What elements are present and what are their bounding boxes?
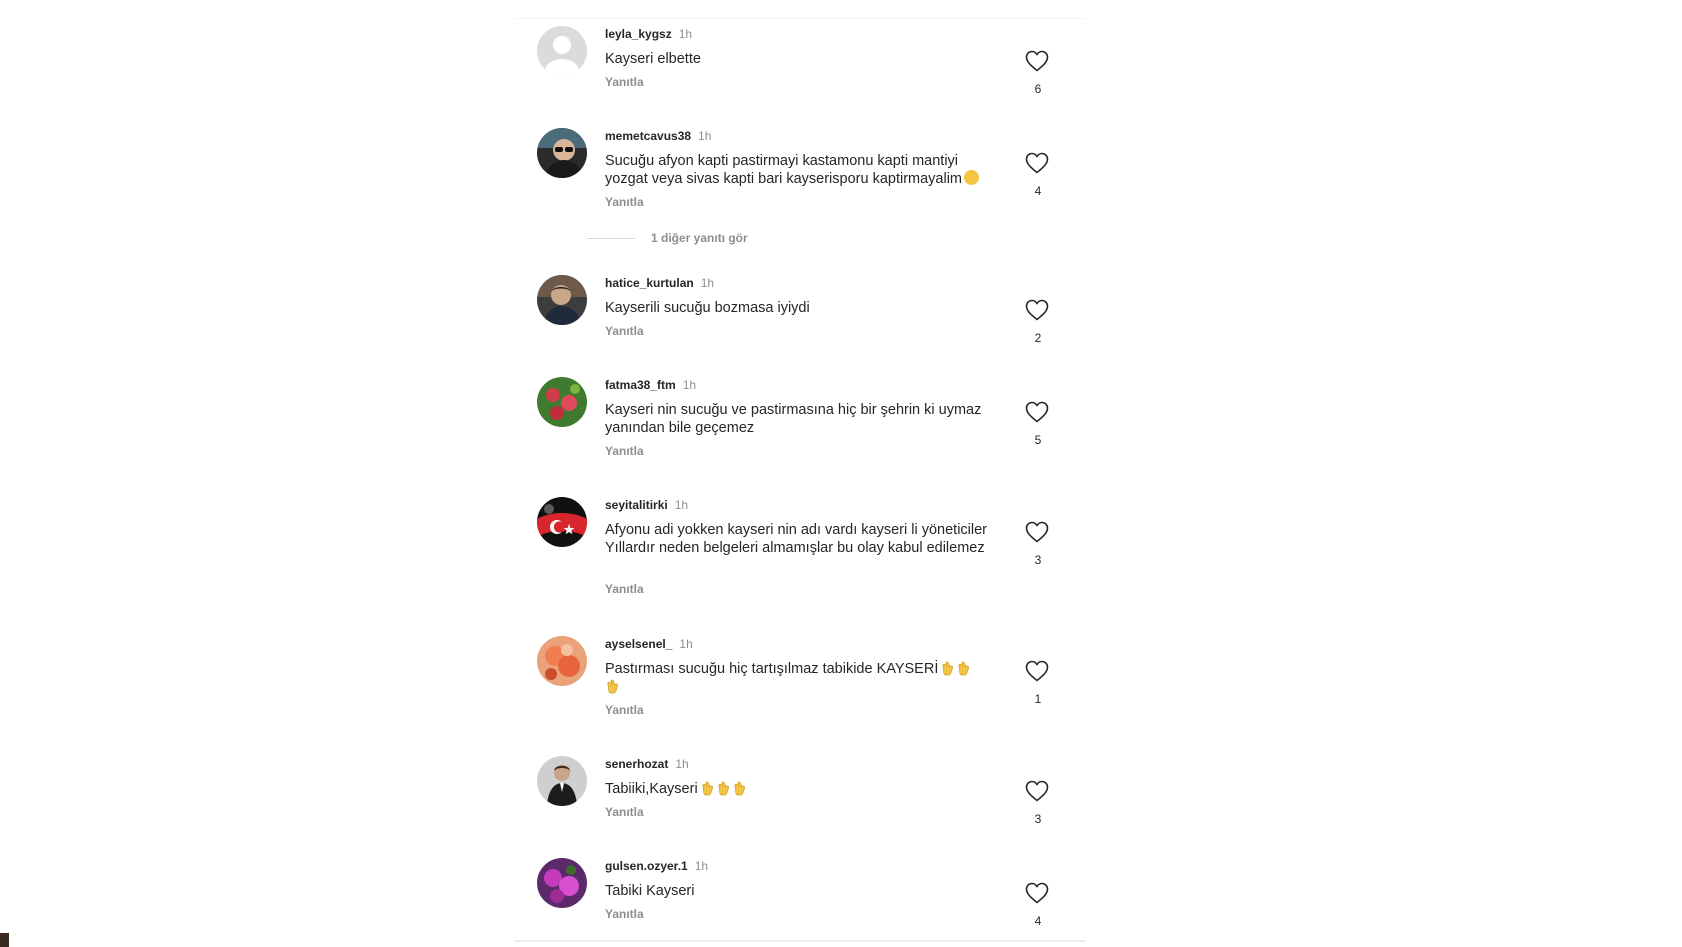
comment-text: Kayseri elbette: [605, 50, 1000, 68]
comment-text: Afyonu adi yokken kayseri nin adı vardı …: [605, 521, 1000, 557]
like-count: 5: [1034, 433, 1042, 447]
comment-meta: memetcavus38 1h: [605, 128, 711, 144]
comment-text-content: Kayserili sucuğu bozmasa iyiydi: [605, 300, 810, 316]
comment-text-content: Pastırması sucuğu hiç tartışılmaz tabiki…: [605, 661, 939, 677]
corner-fragment: [0, 933, 9, 947]
comments-panel: leyla_kygsz 1h Kayseri elbette Yanıtla 6 …: [515, 0, 1085, 947]
view-more-replies-label: 1 diğer yanıtı gör: [651, 231, 748, 245]
comment-time: 1h: [682, 378, 697, 392]
clap-emoji-icon: [702, 781, 713, 796]
comment-meta: hatice_kurtulan 1h: [605, 275, 714, 291]
default-avatar[interactable]: [537, 26, 587, 76]
comment-text-content: Sucuğu afyon kapti pastirmayi kastamonu …: [605, 153, 962, 187]
man-in-suit-avatar[interactable]: [537, 756, 587, 806]
comment-text: Kayserili sucuğu bozmasa iyiydi: [605, 299, 1000, 317]
heart-outline-icon[interactable]: [1025, 521, 1051, 543]
comment-text: Kayseri nin sucuğu ve pastirmasına hiç b…: [605, 401, 1000, 437]
clap-emoji-icon: [942, 661, 954, 676]
reply-thread-line: [587, 238, 635, 240]
comment-time: 1h: [694, 859, 709, 873]
comment-text-content: Tabiiki,Kayseri: [605, 781, 698, 797]
like-count: 3: [1034, 553, 1042, 567]
like-count: 4: [1034, 184, 1042, 198]
comment-username[interactable]: fatma38_ftm: [605, 378, 676, 392]
comment-username[interactable]: seyitalitirki: [605, 498, 668, 512]
comment-text-content: Afyonu adi yokken kayseri nin adı vardı …: [605, 522, 988, 556]
heart-outline-icon[interactable]: [1025, 50, 1051, 72]
comment-text: Pastırması sucuğu hiç tartışılmaz tabiki…: [605, 660, 1000, 696]
purple-flowers-avatar[interactable]: [537, 858, 587, 908]
clap-emoji-icon: [734, 781, 745, 796]
like-count: 6: [1034, 82, 1042, 96]
comment-text-content: Tabiki Kayseri: [605, 883, 695, 899]
comment-time: 1h: [700, 276, 715, 290]
reply-button[interactable]: Yanıtla: [605, 75, 644, 89]
comment-username[interactable]: gulsen.ozyer.1: [605, 859, 688, 873]
turkish-flag-avatar[interactable]: [537, 497, 587, 547]
comment-time: 1h: [674, 498, 689, 512]
like-count: 2: [1034, 331, 1042, 345]
comment-meta: leyla_kygsz 1h: [605, 26, 692, 42]
comment-text-content: Kayseri nin sucuğu ve pastirmasına hiç b…: [605, 402, 982, 436]
like-count: 4: [1034, 914, 1042, 928]
reply-button[interactable]: Yanıtla: [605, 805, 644, 819]
like-count: 3: [1034, 812, 1042, 826]
bottom-divider: [515, 940, 1085, 942]
heart-outline-icon[interactable]: [1025, 660, 1051, 682]
heart-outline-icon[interactable]: [1025, 882, 1051, 904]
heart-outline-icon[interactable]: [1025, 780, 1051, 802]
comment-username[interactable]: memetcavus38: [605, 129, 691, 143]
like-count: 1: [1034, 692, 1042, 706]
comment-username[interactable]: senerhozat: [605, 757, 668, 771]
comment-time: 1h: [679, 637, 693, 651]
flowers-avatar[interactable]: [537, 377, 587, 427]
reply-button[interactable]: Yanıtla: [605, 703, 644, 717]
comment-meta: gulsen.ozyer.1 1h: [605, 858, 708, 874]
comment-username[interactable]: ayselsenel_: [605, 637, 672, 651]
comment-time: 1h: [675, 757, 689, 771]
comment-time: 1h: [698, 129, 712, 143]
comment-time: 1h: [678, 27, 693, 41]
reply-button[interactable]: Yanıtla: [605, 195, 644, 209]
reply-button[interactable]: Yanıtla: [605, 444, 644, 458]
clap-emoji-icon: [718, 781, 729, 796]
heart-outline-icon[interactable]: [1025, 299, 1051, 321]
comment-text: Tabiiki,Kayseri: [605, 780, 1000, 798]
top-divider: [515, 18, 1085, 19]
laughing-emoji-icon: [964, 170, 979, 185]
clap-emoji-icon: [607, 679, 618, 694]
comment-meta: fatma38_ftm 1h: [605, 377, 696, 393]
comment-text: Tabiki Kayseri: [605, 882, 1000, 900]
comment-meta: seyitalitirki 1h: [605, 497, 688, 513]
view-more-replies-button[interactable]: 1 diğer yanıtı gör: [587, 230, 748, 246]
reply-button[interactable]: Yanıtla: [605, 582, 644, 596]
man-with-glasses-avatar[interactable]: [537, 128, 587, 178]
comment-text-content: Kayseri elbette: [605, 51, 701, 67]
heart-outline-icon[interactable]: [1025, 152, 1051, 174]
person-avatar[interactable]: [537, 275, 587, 325]
peach-flower-avatar[interactable]: [537, 636, 587, 686]
heart-outline-icon[interactable]: [1025, 401, 1051, 423]
comment-meta: senerhozat 1h: [605, 756, 689, 772]
reply-button[interactable]: Yanıtla: [605, 324, 644, 338]
comment-username[interactable]: leyla_kygsz: [605, 27, 672, 41]
comment-username[interactable]: hatice_kurtulan: [605, 276, 694, 290]
comment-text: Sucuğu afyon kapti pastirmayi kastamonu …: [605, 152, 1000, 188]
clap-emoji-icon: [958, 661, 970, 676]
reply-button[interactable]: Yanıtla: [605, 907, 644, 921]
comment-meta: ayselsenel_ 1h: [605, 636, 693, 652]
